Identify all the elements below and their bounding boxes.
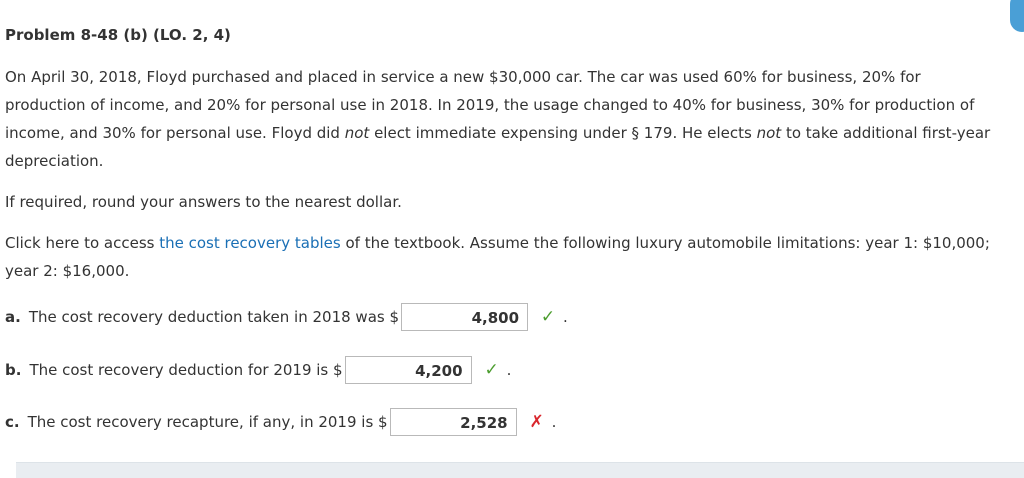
- tables-instruction: Click here to access the cost recovery t…: [5, 229, 1005, 285]
- question-c-text: The cost recovery recapture, if any, in …: [27, 413, 388, 431]
- question-a-text: The cost recovery deduction taken in 201…: [28, 308, 400, 326]
- answer-b-input[interactable]: 4,200: [344, 356, 472, 384]
- rounding-instruction: If required, round your answers to the n…: [5, 193, 402, 211]
- answer-c-input[interactable]: 2,528: [389, 408, 517, 436]
- period: .: [506, 361, 512, 379]
- description-text-2: elect immediate expensing under § 179. H…: [369, 124, 757, 142]
- emphasis-not-1: not: [344, 124, 370, 142]
- cost-recovery-tables-link[interactable]: the cost recovery tables: [159, 234, 341, 252]
- check-icon: ✓: [484, 360, 499, 380]
- period: .: [563, 308, 568, 326]
- problem-description: On April 30, 2018, Floyd purchased and p…: [5, 63, 1005, 175]
- bottom-panel: [16, 462, 1024, 478]
- question-b-text: The cost recovery deduction for 2019 is …: [29, 361, 343, 379]
- tables-text-pre: Click here to access: [5, 234, 160, 252]
- question-b: b. The cost recovery deduction for 2019 …: [5, 355, 511, 385]
- question-b-label: b.: [5, 361, 22, 379]
- question-c-label: c.: [5, 413, 20, 431]
- edge-tab[interactable]: [1010, 0, 1024, 32]
- check-icon: ✓: [540, 307, 556, 327]
- question-a-label: a.: [5, 308, 21, 326]
- problem-title: Problem 8-48 (b) (LO. 2, 4): [5, 26, 231, 44]
- emphasis-not-2: not: [756, 124, 782, 142]
- cross-icon: ✗: [529, 412, 544, 432]
- question-a: a. The cost recovery deduction taken in …: [5, 302, 568, 332]
- answer-a-input[interactable]: 4,800: [401, 303, 529, 331]
- question-c: c. The cost recovery recapture, if any, …: [5, 407, 556, 437]
- period: .: [551, 413, 557, 431]
